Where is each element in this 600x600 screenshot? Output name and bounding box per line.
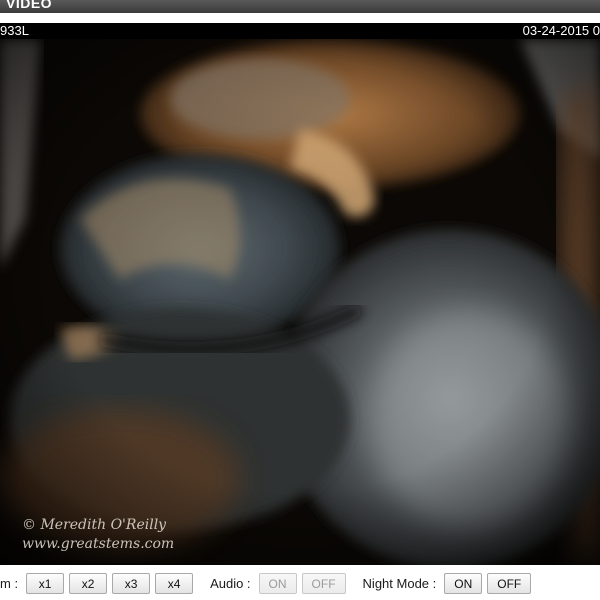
copyright-watermark: © Meredith O'Reilly bbox=[22, 517, 167, 533]
video-feed-frame: 933L 03-24-2015 0 © Meredith O'Reilly ww… bbox=[0, 23, 600, 565]
audio-on-button[interactable]: ON bbox=[258, 573, 297, 594]
night-mode-on-button[interactable]: ON bbox=[444, 573, 483, 594]
video-panel-header: VIDEO bbox=[0, 0, 600, 13]
camera-id-overlay: 933L bbox=[0, 23, 29, 38]
zoom-x1-button[interactable]: x1 bbox=[26, 573, 65, 594]
live-video-image bbox=[0, 39, 600, 565]
header-spacer bbox=[0, 13, 600, 23]
video-controls-bar: m : x1 x2 x3 x4 Audio : ON OFF Night Mod… bbox=[0, 567, 600, 600]
zoom-x4-button[interactable]: x4 bbox=[155, 573, 194, 594]
panel-title: VIDEO bbox=[6, 0, 53, 11]
zoom-label: m : bbox=[0, 576, 19, 591]
audio-off-button[interactable]: OFF bbox=[301, 573, 346, 594]
audio-label: Audio : bbox=[210, 576, 251, 591]
night-mode-off-button[interactable]: OFF bbox=[487, 573, 532, 594]
night-mode-label: Night Mode : bbox=[362, 576, 437, 591]
timestamp-overlay: 03-24-2015 0 bbox=[522, 23, 600, 38]
zoom-x2-button[interactable]: x2 bbox=[69, 573, 108, 594]
zoom-x3-button[interactable]: x3 bbox=[112, 573, 151, 594]
website-watermark: www.greatstems.com bbox=[22, 536, 175, 552]
